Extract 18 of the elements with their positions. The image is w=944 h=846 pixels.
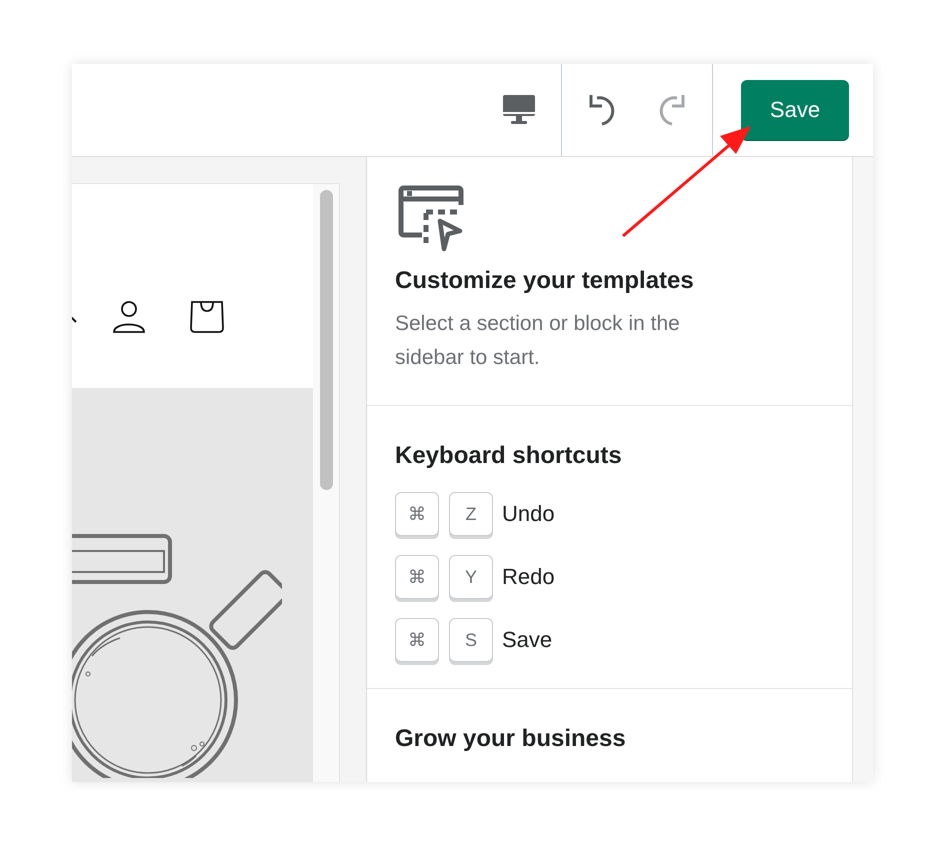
key-cap: Y (449, 555, 493, 599)
shortcut-label: Undo (502, 501, 555, 527)
key-cap: ⌘ (395, 492, 439, 536)
section-title: Keyboard shortcuts (395, 441, 623, 471)
key-cap: Z (449, 492, 493, 536)
save-button[interactable]: Save (741, 80, 849, 140)
template-select-icon (398, 185, 464, 253)
bag-icon[interactable] (190, 300, 224, 334)
shortcut-label: Save (502, 627, 552, 653)
key-cap: S (449, 618, 493, 662)
person-icon[interactable] (112, 300, 146, 334)
section-title: Grow your business (395, 724, 627, 754)
key-cap: ⌘ (395, 618, 439, 662)
key-cap: ⌘ (395, 555, 439, 599)
section-title: Customize your templates (395, 266, 695, 296)
shortcut-label: Redo (502, 564, 555, 590)
desktop-icon[interactable] (503, 95, 535, 125)
hint-text: Select a section or block in the sidebar to start. (395, 311, 681, 371)
